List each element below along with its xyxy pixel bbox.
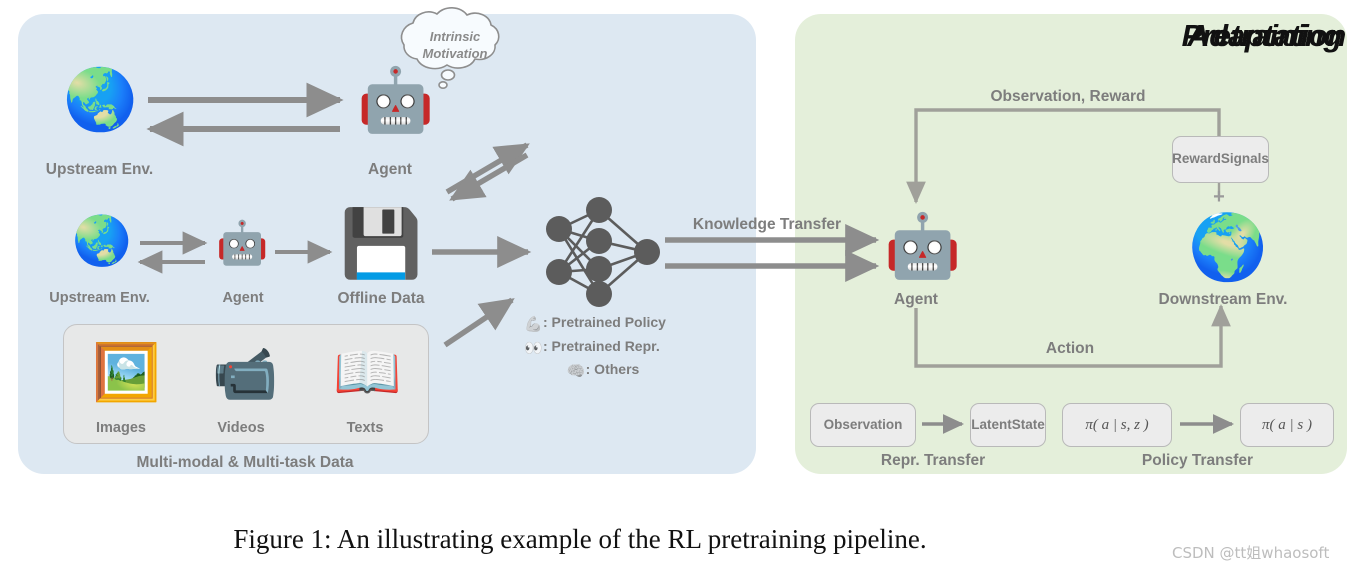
agent-label-1: Agent xyxy=(368,161,412,178)
knowledge-transfer-label: Knowledge Transfer xyxy=(692,216,842,233)
reward-signals-line-2: Signals xyxy=(1220,151,1269,167)
flexed-biceps-icon: 💪 xyxy=(524,316,543,333)
legend-label-repr: : Pretrained Repr. xyxy=(543,337,660,354)
upstream-env-label-1: Upstream Env. xyxy=(45,161,154,178)
thought-line-2: Motivation xyxy=(422,46,488,61)
framed-picture-icon: 🖼️ xyxy=(92,341,161,403)
adaptation-title: Adaptation xyxy=(1187,18,1346,53)
upstream-env-label-2: Upstream Env. xyxy=(49,290,150,306)
figure-caption: Figure 1: An illustrating example of the… xyxy=(233,524,927,554)
robot-icon: 🤖 xyxy=(884,212,962,281)
figure-canvas: Pretraining Adaptation Intrinsic Motivat… xyxy=(0,0,1362,574)
legend-row-policy: 💪: Pretrained Policy xyxy=(524,312,666,336)
legend-row-others: 🧠: Others xyxy=(524,359,666,383)
data-item-label-videos: Videos xyxy=(217,420,265,436)
downstream-env-label: Downstream Env. xyxy=(1158,291,1288,308)
robot-icon: 🤖 xyxy=(216,219,269,266)
globe-icon: 🌍 xyxy=(1188,211,1268,283)
pretraining-legend: 💪: Pretrained Policy 👀: Pretrained Repr.… xyxy=(524,312,666,383)
floppy-disk-icon: 💾 xyxy=(340,206,423,280)
thought-bubble-text: Intrinsic Motivation xyxy=(395,28,515,62)
policy-box: π( a | s ) xyxy=(1240,403,1334,447)
open-book-icon: 📖 xyxy=(333,341,402,403)
data-item-label-images: Images xyxy=(96,420,146,436)
legend-row-repr: 👀: Pretrained Repr. xyxy=(524,336,666,360)
globe-icon: 🌏 xyxy=(72,215,132,268)
latent-state-line-2: State xyxy=(1011,416,1045,432)
thought-line-1: Intrinsic xyxy=(429,29,481,44)
legend-label-policy: : Pretrained Policy xyxy=(543,314,666,330)
observation-reward-label: Observation, Reward xyxy=(990,88,1146,105)
observation-box: Observation xyxy=(810,403,916,447)
latent-state-box: Latent State xyxy=(970,403,1046,447)
reward-signals-box: Reward Signals xyxy=(1172,136,1269,183)
adaptation-agent-label: Agent xyxy=(894,291,938,308)
policy-transfer-caption: Policy Transfer xyxy=(1141,452,1254,469)
action-label: Action xyxy=(1045,340,1095,357)
multimodal-data-caption: Multi-modal & Multi-task Data xyxy=(136,454,354,471)
eyes-icon: 👀 xyxy=(524,339,543,357)
video-camera-icon: 📹 xyxy=(212,345,278,404)
policy-with-latent-box: π( a | s, z ) xyxy=(1062,403,1172,447)
brain-icon: 🧠 xyxy=(566,363,586,380)
legend-label-others: : Others xyxy=(585,361,640,377)
globe-icon: 🌏 xyxy=(63,66,138,133)
plus-sign: + xyxy=(1213,186,1225,208)
agent-label-2: Agent xyxy=(222,290,264,306)
latent-state-line-1: Latent xyxy=(971,416,1012,432)
repr-transfer-caption: Repr. Transfer xyxy=(880,452,986,469)
robot-icon: 🤖 xyxy=(357,66,435,135)
offline-data-label: Offline Data xyxy=(337,290,425,307)
data-item-label-texts: Texts xyxy=(346,420,384,436)
watermark: CSDN @tt姐whaosoft xyxy=(1172,544,1330,562)
reward-signals-line-1: Reward xyxy=(1172,151,1221,167)
